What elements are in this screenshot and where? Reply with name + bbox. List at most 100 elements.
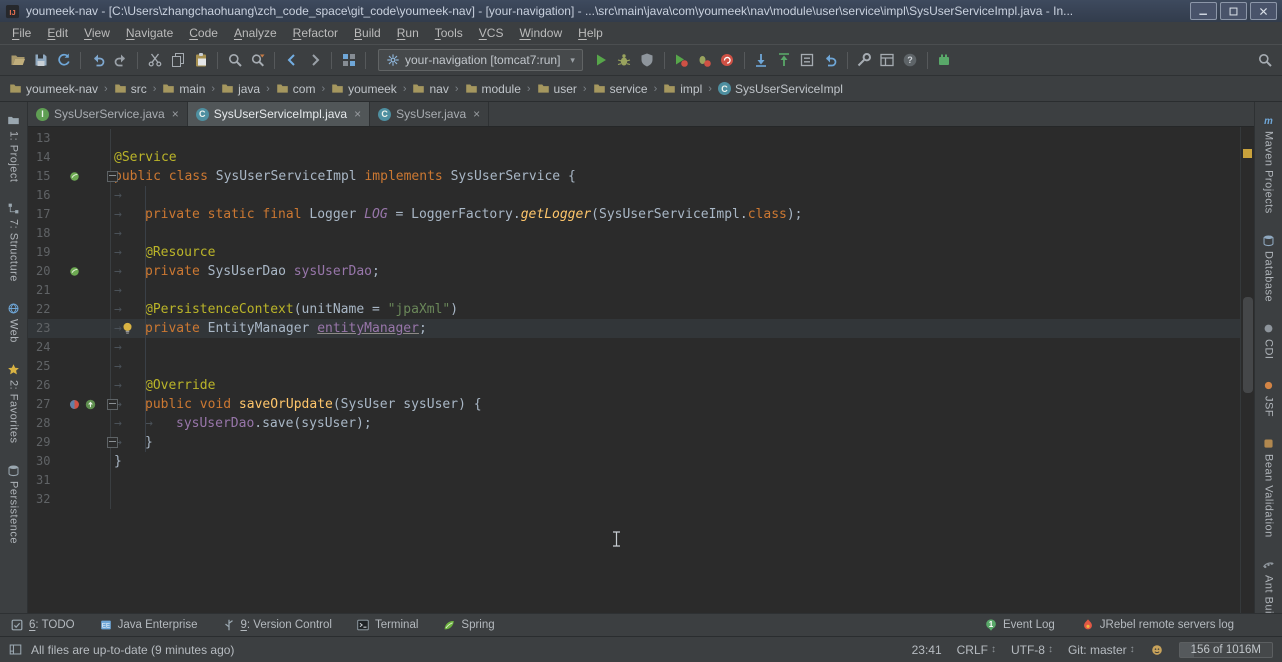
code-line[interactable]: 26→@Override <box>28 376 1241 395</box>
debug-button[interactable] <box>613 48 636 72</box>
code-editor[interactable]: 1314@Service15public class SysUserServic… <box>28 127 1254 613</box>
jrebel-debug-button[interactable] <box>693 48 716 72</box>
breadcrumb-item-com[interactable]: com <box>276 82 316 96</box>
code-line[interactable]: 16→ <box>28 186 1241 205</box>
scrollbar-thumb[interactable] <box>1243 297 1253 393</box>
menu-build[interactable]: Build <box>346 24 389 42</box>
plugin-button[interactable] <box>933 48 956 72</box>
run-configuration-select[interactable]: your-navigation [tomcat7:run]▾ <box>378 49 583 71</box>
line-separator-widget[interactable]: CRLF↕ <box>957 643 996 657</box>
breadcrumb-item-user[interactable]: user <box>537 82 577 96</box>
toolwindow-button-persistence[interactable]: Persistence <box>7 464 20 544</box>
redo-button[interactable] <box>109 48 132 72</box>
code-text[interactable]: → <box>111 186 1241 205</box>
toolwindow-button-event-log[interactable]: 1Event Log <box>984 618 1055 632</box>
menu-code[interactable]: Code <box>181 24 226 42</box>
warning-stripe-marker[interactable] <box>1243 149 1252 158</box>
copy-button[interactable] <box>166 48 189 72</box>
toolwindow-button-java-enterprise[interactable]: EEJava Enterprise <box>99 618 198 632</box>
toolwindow-toggle-icon[interactable] <box>9 643 22 656</box>
editor-tab-sysuser-java[interactable]: CSysUser.java× <box>370 102 489 126</box>
spring-bean-icon[interactable] <box>68 265 81 278</box>
toolwindow-button-spring[interactable]: Spring <box>442 618 494 632</box>
project-structure-button[interactable] <box>876 48 899 72</box>
vcs-commit-button[interactable] <box>773 48 796 72</box>
code-text[interactable]: → <box>111 281 1241 300</box>
toolwindow-button-database[interactable]: Database <box>1262 234 1275 302</box>
maximize-button[interactable] <box>1220 2 1247 20</box>
vcs-changes-button[interactable] <box>796 48 819 72</box>
toolwindow-button-bean-validation[interactable]: Bean Validation <box>1262 437 1275 538</box>
close-icon[interactable]: × <box>354 107 361 121</box>
minimize-button[interactable] <box>1190 2 1217 20</box>
menu-help[interactable]: Help <box>570 24 611 42</box>
menu-vcs[interactable]: VCS <box>471 24 512 42</box>
toolwindow-button-terminal[interactable]: Terminal <box>356 618 418 632</box>
code-line[interactable]: 21→ <box>28 281 1241 300</box>
find-button[interactable] <box>223 48 246 72</box>
code-line[interactable]: 22→@PersistenceContext(unitName = "jpaXm… <box>28 300 1241 319</box>
code-line[interactable]: 28→→sysUserDao.save(sysUser); <box>28 414 1241 433</box>
memory-indicator[interactable]: 156 of 1016M <box>1179 642 1273 658</box>
code-line[interactable]: 25→ <box>28 357 1241 376</box>
toolwindow-button-web[interactable]: Web <box>7 302 20 343</box>
editor-tab-sysuserserviceimpl-java[interactable]: CSysUserServiceImpl.java× <box>188 102 370 126</box>
close-icon[interactable]: × <box>473 107 480 121</box>
fold-start-icon[interactable] <box>107 399 118 410</box>
toolwindow-button-cdi[interactable]: CDI <box>1262 322 1275 359</box>
breadcrumb-item-nav[interactable]: nav <box>412 82 448 96</box>
code-text[interactable]: } <box>111 452 1241 471</box>
code-line[interactable]: 32 <box>28 490 1241 509</box>
toolwindow-button-9-version-control[interactable]: 9: Version Control <box>222 618 332 632</box>
menu-refactor[interactable]: Refactor <box>285 24 346 42</box>
menu-tools[interactable]: Tools <box>427 24 471 42</box>
toolwindow-button-1-project[interactable]: 1: Project <box>7 114 20 182</box>
toolwindow-button-jrebel-remote-servers-log[interactable]: JRebel remote servers log <box>1081 618 1234 632</box>
override-icon[interactable] <box>84 398 97 411</box>
help-button[interactable]: ? <box>899 48 922 72</box>
code-line[interactable]: 31 <box>28 471 1241 490</box>
menu-view[interactable]: View <box>76 24 118 42</box>
code-text[interactable]: →public void saveOrUpdate(SysUser sysUse… <box>111 395 1241 414</box>
toolwindow-button-maven-projects[interactable]: mMaven Projects <box>1262 114 1275 214</box>
search-everywhere-button[interactable] <box>1253 48 1276 72</box>
save-all-button[interactable] <box>29 48 52 72</box>
paste-button[interactable] <box>189 48 212 72</box>
menu-analyze[interactable]: Analyze <box>226 24 285 42</box>
editor-tab-sysuserservice-java[interactable]: ISysUserService.java× <box>28 102 188 126</box>
coverage-button[interactable] <box>636 48 659 72</box>
code-line[interactable]: 29→} <box>28 433 1241 452</box>
toolwindow-button-6-todo[interactable]: 6: TODO <box>10 618 75 632</box>
code-text[interactable] <box>111 490 1241 509</box>
code-line[interactable]: 20→private SysUserDao sysUserDao; <box>28 262 1241 281</box>
error-stripe[interactable] <box>1240 127 1254 613</box>
breadcrumb-item-sysuserserviceimpl[interactable]: CSysUserServiceImpl <box>718 82 843 96</box>
spring-bean-icon[interactable] <box>68 170 81 183</box>
code-text[interactable]: →@Resource <box>111 243 1241 262</box>
forward-button[interactable] <box>303 48 326 72</box>
compile-button[interactable] <box>337 48 360 72</box>
code-text[interactable]: →private static final Logger LOG = Logge… <box>111 205 1241 224</box>
vcs-update-button[interactable] <box>750 48 773 72</box>
code-text[interactable]: →} <box>111 433 1241 452</box>
code-line[interactable]: 18→ <box>28 224 1241 243</box>
menu-run[interactable]: Run <box>389 24 427 42</box>
breadcrumb-item-youmeek-nav[interactable]: youmeek-nav <box>9 82 98 96</box>
undo-button[interactable] <box>86 48 109 72</box>
breadcrumb-item-youmeek[interactable]: youmeek <box>331 82 397 96</box>
breadcrumb-item-impl[interactable]: impl <box>663 82 702 96</box>
code-text[interactable]: →@Override <box>111 376 1241 395</box>
code-line[interactable]: 30} <box>28 452 1241 471</box>
breadcrumb-item-service[interactable]: service <box>593 82 648 96</box>
caret-position-widget[interactable]: 23:41 <box>912 643 942 657</box>
code-line[interactable]: 27→public void saveOrUpdate(SysUser sysU… <box>28 395 1241 414</box>
menu-file[interactable]: File <box>4 24 39 42</box>
menu-navigate[interactable]: Navigate <box>118 24 181 42</box>
code-line[interactable]: 15public class SysUserServiceImpl implem… <box>28 167 1241 186</box>
menu-edit[interactable]: Edit <box>39 24 76 42</box>
toolwindow-button-jsf[interactable]: JSF <box>1262 379 1275 417</box>
close-button[interactable] <box>1250 2 1277 20</box>
hector-icon[interactable] <box>1150 643 1164 657</box>
open-folder-button[interactable] <box>6 48 29 72</box>
code-text[interactable]: →@PersistenceContext(unitName = "jpaXml"… <box>111 300 1241 319</box>
